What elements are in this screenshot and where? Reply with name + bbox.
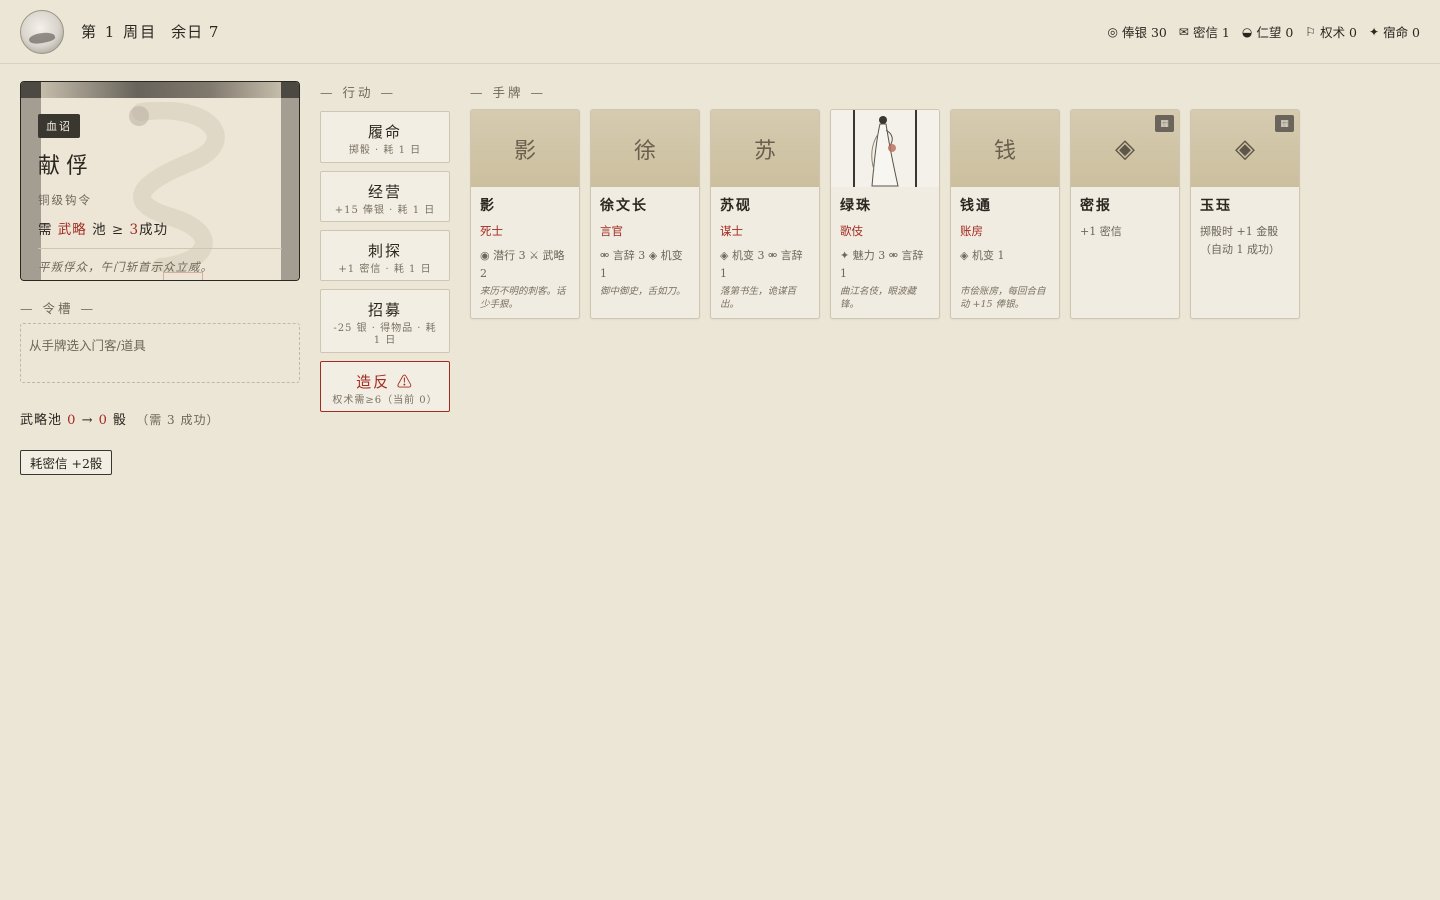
card-flavor: 落第书生，诡谋百出。 <box>720 286 797 310</box>
card-art: ◈ ▦ <box>1071 110 1179 187</box>
card-name: 苏砚 <box>720 198 752 214</box>
card-flavor: 曲江名伎，眼波藏锋。 <box>840 286 917 310</box>
hand-card-lv-zhu[interactable]: 绿珠 歌伎 ✦ 魅力 3 ⚮ 言辞 1 曲江名伎，眼波藏锋。 <box>830 109 940 319</box>
edict-requirement: 需 武略 池 ≥ 3成功 <box>38 222 169 238</box>
edict-flavor: 平叛俘众，午门斩首示众立威。 <box>38 260 213 274</box>
edict-title: 献俘 <box>38 154 95 179</box>
dancer-illustration <box>853 110 917 187</box>
stat-fate: ✦ 宿命 0 <box>1369 24 1420 41</box>
hand-card-mi-bao[interactable]: ◈ ▦ 密报 +1 密信 <box>1070 109 1180 319</box>
hand-card-yu-jue[interactable]: ◈ ▦ 玉珏 掷骰时 +1 金骰（自动 1 成功） <box>1190 109 1300 319</box>
week-counter: 第 1 周目 <box>81 23 158 41</box>
actions-title: — 行动 — <box>320 85 396 100</box>
card-role: 账房 <box>960 224 983 238</box>
card-skills: ◈ 机变 3 ⚮ 言辞 1 <box>720 249 803 280</box>
edict-content: 血诏 献俘 铜级钩令 需 武略 池 ≥ 3成功 平叛俘众，午门斩首示众立威。 <box>38 114 284 275</box>
stat-silver: ◎ 俸银 30 <box>1107 24 1167 41</box>
card-flavor: 来历不明的刺客。话少手狠。 <box>480 286 566 310</box>
spend-letter-button[interactable]: 耗密信 +2骰 <box>20 450 113 475</box>
action-fulfill[interactable]: 履命 掷骰 · 耗 1 日 <box>320 111 450 163</box>
slot-title: — 令槽 — <box>20 301 96 316</box>
stat-scheming: ⚐ 权术 0 <box>1305 24 1357 41</box>
card-art: 钱 <box>951 110 1059 187</box>
card-flavor: 御中御史，舌如刀。 <box>600 286 686 297</box>
star-icon: ✦ <box>1369 24 1380 39</box>
card-skills: ⚮ 言辞 3 ◈ 机变 1 <box>600 249 683 280</box>
stat-letters: ✉ 密信 1 <box>1178 24 1230 41</box>
edict-subtitle: 铜级钩令 <box>38 193 92 207</box>
card-name: 影 <box>480 198 496 214</box>
card-name: 密报 <box>1080 198 1112 214</box>
card-flavor: 市侩账房，每回合自动 +15 俸银。 <box>960 286 1046 310</box>
card-portrait <box>831 110 939 187</box>
card-skills: ✦ 魅力 3 ⚮ 言辞 1 <box>840 249 924 280</box>
edict-card[interactable]: 血诏 献俘 铜级钩令 需 武略 池 ≥ 3成功 平叛俘众，午门斩首示众立威。 <box>20 81 300 281</box>
slot-placeholder: 从手牌选入门客/道具 <box>29 338 146 353</box>
hand-card-qian-tong[interactable]: 钱 钱通 账房 ◈ 机变 1 市侩账房，每回合自动 +15 俸银。 <box>950 109 1060 319</box>
card-art: 徐 <box>591 110 699 187</box>
letter-icon: ✉ <box>1178 24 1189 39</box>
top-bar: 第 1 周目 余日 7 ◎ 俸银 30 ✉ 密信 1 ◒ 仁望 0 ⚐ 权术 0 ✦ 宿命… <box>0 0 1440 64</box>
card-name: 钱通 <box>960 198 992 214</box>
diamond-icon: ◈ <box>1235 133 1255 164</box>
card-skills: ◉ 潜行 3 ⚔ 武略 2 <box>480 249 565 280</box>
action-manage[interactable]: 经营 +15 俸银 · 耗 1 日 <box>320 171 450 222</box>
days-left: 余日 7 <box>171 23 220 41</box>
card-name: 徐文长 <box>600 198 648 214</box>
player-avatar[interactable] <box>20 9 64 54</box>
card-role: 死士 <box>480 224 503 238</box>
action-spy[interactable]: 刺探 +1 密信 · 耗 1 日 <box>320 230 450 281</box>
card-role: 谋士 <box>720 224 743 238</box>
ink-wash <box>41 82 281 98</box>
diamond-icon: ◈ <box>1115 133 1135 164</box>
order-slot[interactable]: 从手牌选入门客/道具 <box>20 323 300 383</box>
card-name: 绿珠 <box>840 198 872 214</box>
resource-stats: ◎ 俸银 30 ✉ 密信 1 ◒ 仁望 0 ⚐ 权术 0 ✦ 宿命 0 <box>1108 22 1421 41</box>
item-tag-icon: ▦ <box>1275 115 1294 132</box>
card-effect: 掷骰时 +1 金骰（自动 1 成功） <box>1200 225 1280 256</box>
card-role: 言官 <box>600 224 623 238</box>
yin-yang-icon: ◒ <box>1241 24 1253 39</box>
action-rebel[interactable]: 造反 ⚠ 权术需≥6（当前 0） <box>320 361 450 412</box>
card-art: 影 <box>471 110 579 187</box>
dice-pool: 武略池 0 → 0 骰 （需 3 成功） <box>20 413 220 428</box>
hand-card-ying[interactable]: 影 影 死士 ◉ 潜行 3 ⚔ 武略 2 来历不明的刺客。话少手狠。 <box>470 109 580 319</box>
card-effect: +1 密信 <box>1080 225 1122 238</box>
card-skills: ◈ 机变 1 <box>960 249 1005 262</box>
card-art: ◈ ▦ <box>1191 110 1299 187</box>
card-name: 玉珏 <box>1200 198 1232 214</box>
card-role: 歌伎 <box>840 224 863 238</box>
card-art: 苏 <box>711 110 819 187</box>
flag-icon: ⚐ <box>1305 24 1317 39</box>
stat-benevolence: ◒ 仁望 0 <box>1241 24 1294 41</box>
item-tag-icon: ▦ <box>1155 115 1174 132</box>
silver-coin-icon: ◎ <box>1107 24 1118 39</box>
hand-card-su-yan[interactable]: 苏 苏砚 谋士 ◈ 机变 3 ⚮ 言辞 1 落第书生，诡谋百出。 <box>710 109 820 319</box>
edict-badge: 血诏 <box>38 114 80 138</box>
action-recruit[interactable]: 招募 -25 银 · 得物品 · 耗 1 日 <box>320 289 450 353</box>
hand-title: — 手牌 — <box>470 85 546 100</box>
hand-card-xu-wenchang[interactable]: 徐 徐文长 言官 ⚮ 言辞 3 ◈ 机变 1 御中御史，舌如刀。 <box>590 109 700 319</box>
edict-divider <box>38 248 282 249</box>
